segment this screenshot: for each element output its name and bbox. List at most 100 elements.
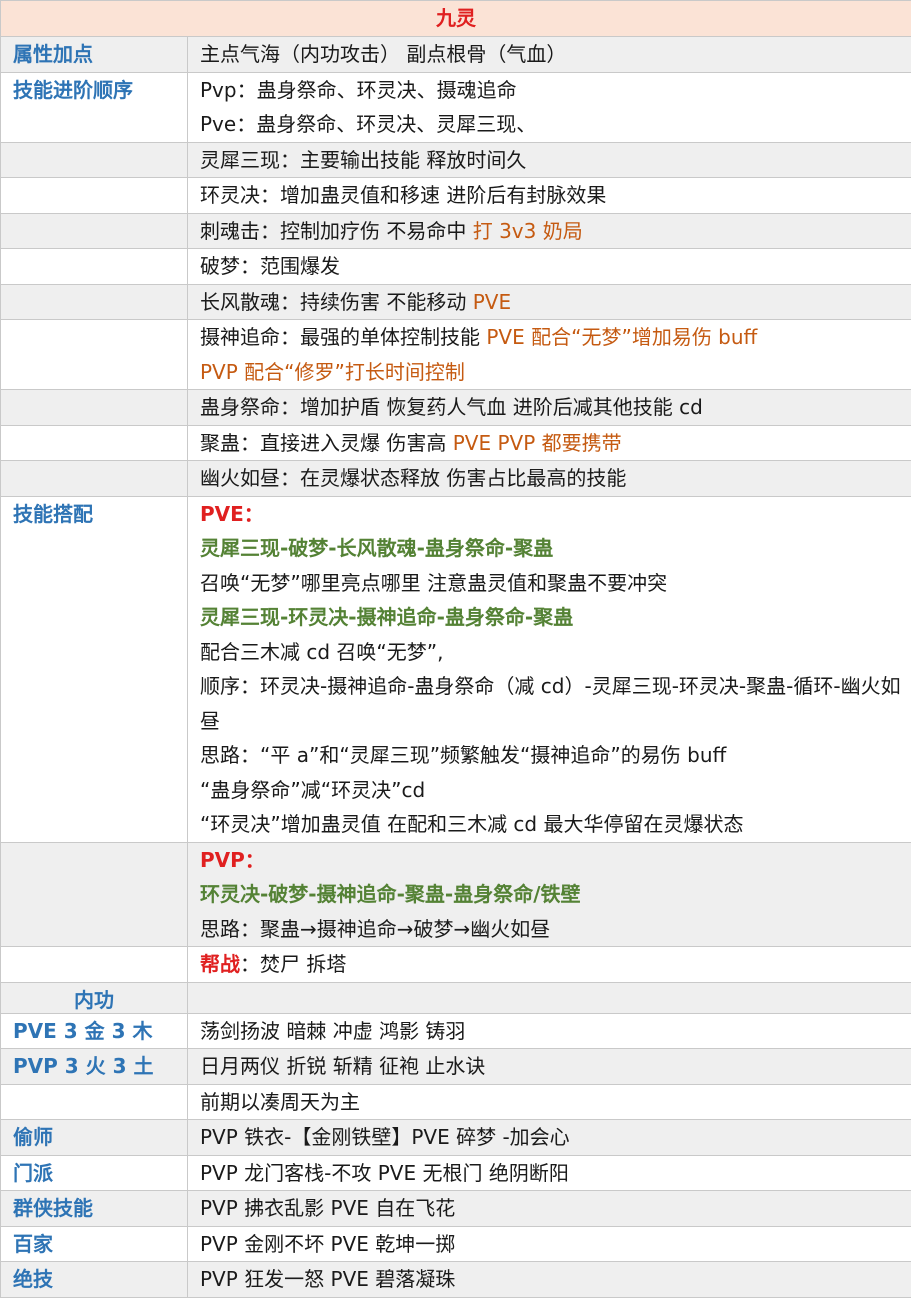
table-row: 破梦：范围爆发: [0, 248, 911, 285]
text-span: 长风散魂：持续伤害 不能移动: [200, 289, 473, 314]
value-line: 顺序：环灵决-摄神追命-蛊身祭命（减 cd）-灵犀三现-环灵决-聚蛊-循环-幽火…: [200, 674, 901, 733]
highlight-text: PVE PVP 都要携带: [452, 430, 622, 455]
row-label: 偷师: [0, 1119, 188, 1156]
table-row: 技能搭配 PVE： 灵犀三现-破梦-长风散魂-蛊身祭命-聚蛊 召唤“无梦”哪里亮…: [0, 495, 911, 843]
empty-cell: [187, 981, 911, 1014]
row-label: PVE 3 金 3 木: [0, 1012, 188, 1049]
row-value: PVP 龙门客栈-不攻 PVE 无根门 绝阴断阳: [187, 1154, 911, 1191]
value-line: PVP 铁衣-【金刚铁壁】PVE 碎梦 -加会心: [200, 1125, 570, 1149]
table-row: 百家 PVP 金刚不坏 PVE 乾坤一掷: [0, 1225, 911, 1262]
empty-cell: [0, 424, 188, 461]
build-guide-table: 九灵 属性加点 主点气海（内功攻击） 副点根骨（气血） 技能进阶顺序 Pvp：蛊…: [0, 0, 911, 1298]
table-row: 内功: [0, 981, 911, 1014]
value-line: 前期以凑周天为主: [200, 1089, 360, 1114]
value-line: Pve：蛊身祭命、环灵决、灵犀三现、: [200, 112, 537, 136]
row-value: 荡剑扬波 暗棘 冲虚 鸿影 铸羽: [187, 1012, 911, 1049]
value-line: 思路：“平 a”和“灵犀三现”频繁触发“摄神追命”的易伤 buff: [200, 743, 727, 767]
empty-cell: [0, 177, 188, 214]
row-value: PVP 拂衣乱影 PVE 自在飞花: [187, 1190, 911, 1227]
empty-cell: [0, 141, 188, 178]
table-row: 属性加点 主点气海（内功攻击） 副点根骨（气血）: [0, 36, 911, 73]
row-value: 前期以凑周天为主: [187, 1083, 911, 1120]
empty-cell: [0, 212, 188, 249]
empty-cell: [0, 283, 188, 320]
value-line: 环灵决-破梦-摄神追命-聚蛊-蛊身祭命/铁壁: [200, 882, 581, 906]
text-span: ：焚尸 拆塔: [240, 952, 347, 976]
value-line: 摄神追命：最强的单体控制技能 PVE 配合“无梦”增加易伤 buff: [200, 320, 903, 355]
table-row: 前期以凑周天为主: [0, 1083, 911, 1120]
value-line: PVE：: [200, 501, 264, 526]
row-label: 门派: [0, 1154, 188, 1191]
row-value: 灵犀三现：主要输出技能 释放时间久: [187, 141, 911, 178]
table-row: PVE 3 金 3 木 荡剑扬波 暗棘 冲虚 鸿影 铸羽: [0, 1012, 911, 1049]
empty-cell: [0, 1083, 188, 1120]
highlight-text: 帮战: [200, 952, 240, 976]
empty-cell: [0, 248, 188, 285]
row-value: 摄神追命：最强的单体控制技能 PVE 配合“无梦”增加易伤 buff PVP 配…: [187, 319, 911, 390]
row-value: PVP： 环灵决-破梦-摄神追命-聚蛊-蛊身祭命/铁壁 思路：聚蛊→摄神追命→破…: [187, 841, 911, 947]
value-line: 主点气海（内功攻击） 副点根骨（气血）: [200, 42, 567, 66]
row-value: 长风散魂：持续伤害 不能移动 PVE: [187, 283, 911, 320]
value-line: Pvp：蛊身祭命、环灵决、摄魂追命: [200, 77, 517, 102]
table-row: 蛊身祭命：增加护盾 恢复药人气血 进阶后减其他技能 cd: [0, 389, 911, 426]
row-value: 日月两仪 折锐 斩精 征袍 止水诀: [187, 1048, 911, 1085]
table-row: PVP： 环灵决-破梦-摄神追命-聚蛊-蛊身祭命/铁壁 思路：聚蛊→摄神追命→破…: [0, 841, 911, 947]
table-row: 幽火如昼：在灵爆状态释放 伤害占比最高的技能: [0, 460, 911, 497]
row-label: 技能进阶顺序: [0, 71, 188, 143]
row-value: PVE： 灵犀三现-破梦-长风散魂-蛊身祭命-聚蛊 召唤“无梦”哪里亮点哪里 注…: [187, 495, 911, 843]
value-line: PVP 狂发一怒 PVE 碧落凝珠: [200, 1267, 456, 1291]
table-row: PVP 3 火 3 土 日月两仪 折锐 斩精 征袍 止水诀: [0, 1048, 911, 1085]
table-row: 灵犀三现：主要输出技能 释放时间久: [0, 141, 911, 178]
row-value: 蛊身祭命：增加护盾 恢复药人气血 进阶后减其他技能 cd: [187, 389, 911, 426]
table-row: 绝技 PVP 狂发一怒 PVE 碧落凝珠: [0, 1261, 911, 1298]
value-line: 聚蛊：直接进入灵爆 伤害高 PVE PVP 都要携带: [200, 426, 903, 461]
value-line: PVP 龙门客栈-不攻 PVE 无根门 绝阴断阳: [200, 1160, 569, 1185]
table-row: 技能进阶顺序 Pvp：蛊身祭命、环灵决、摄魂追命 Pve：蛊身祭命、环灵决、灵犀…: [0, 71, 911, 143]
value-line: 蛊身祭命：增加护盾 恢复药人气血 进阶后减其他技能 cd: [200, 395, 703, 419]
value-line: 帮战：焚尸 拆塔: [200, 947, 903, 982]
row-value: PVP 铁衣-【金刚铁壁】PVE 碎梦 -加会心: [187, 1119, 911, 1156]
value-line: 刺魂击：控制加疗伤 不易命中 打 3v3 奶局: [200, 214, 903, 249]
highlight-text: PVE: [472, 289, 512, 314]
table-row: 帮战：焚尸 拆塔: [0, 946, 911, 983]
value-line: 灵犀三现-环灵决-摄神追命-蛊身祭命-聚蛊: [200, 605, 574, 629]
value-line: 思路：聚蛊→摄神追命→破梦→幽火如昼: [200, 916, 551, 941]
value-line: “蛊身祭命”减“环灵决”cd: [200, 777, 426, 802]
value-line: 环灵决：增加蛊灵值和移速 进阶后有封脉效果: [200, 183, 607, 207]
empty-cell: [0, 946, 188, 983]
row-value: 刺魂击：控制加疗伤 不易命中 打 3v3 奶局: [187, 212, 911, 249]
row-value: PVP 金刚不坏 PVE 乾坤一掷: [187, 1225, 911, 1262]
value-line: 灵犀三现-破梦-长风散魂-蛊身祭命-聚蛊: [200, 536, 554, 560]
text-span: 刺魂击：控制加疗伤 不易命中: [200, 218, 473, 243]
row-label: 内功: [0, 981, 188, 1014]
row-value: Pvp：蛊身祭命、环灵决、摄魂追命 Pve：蛊身祭命、环灵决、灵犀三现、: [187, 71, 911, 143]
row-value: 帮战：焚尸 拆塔: [187, 946, 911, 983]
row-label: 技能搭配: [0, 495, 188, 843]
table-row: 门派 PVP 龙门客栈-不攻 PVE 无根门 绝阴断阳: [0, 1154, 911, 1191]
value-line: PVP 配合“修罗”打长时间控制: [200, 359, 465, 384]
row-label: 属性加点: [0, 36, 188, 73]
empty-cell: [0, 389, 188, 426]
value-line: PVP：: [200, 847, 265, 872]
table-row: 聚蛊：直接进入灵爆 伤害高 PVE PVP 都要携带: [0, 424, 911, 461]
title-row: 九灵: [0, 0, 911, 37]
row-label: 群侠技能: [0, 1190, 188, 1227]
value-line: 日月两仪 折锐 斩精 征袍 止水诀: [200, 1054, 486, 1078]
table-row: 摄神追命：最强的单体控制技能 PVE 配合“无梦”增加易伤 buff PVP 配…: [0, 319, 911, 390]
empty-cell: [0, 841, 188, 947]
value-line: 长风散魂：持续伤害 不能移动 PVE: [200, 285, 903, 320]
value-line: PVP 金刚不坏 PVE 乾坤一掷: [200, 1231, 456, 1256]
row-value: 幽火如昼：在灵爆状态释放 伤害占比最高的技能: [187, 460, 911, 497]
table-row: 偷师 PVP 铁衣-【金刚铁壁】PVE 碎梦 -加会心: [0, 1119, 911, 1156]
value-line: “环灵决”增加蛊灵值 在配和三木减 cd 最大华停留在灵爆状态: [200, 812, 744, 836]
value-line: 破梦：范围爆发: [200, 254, 340, 278]
text-span: 摄神追命：最强的单体控制技能: [200, 325, 487, 349]
row-value: 主点气海（内功攻击） 副点根骨（气血）: [187, 36, 911, 73]
table-row: 群侠技能 PVP 拂衣乱影 PVE 自在飞花: [0, 1190, 911, 1227]
row-value: 聚蛊：直接进入灵爆 伤害高 PVE PVP 都要携带: [187, 424, 911, 461]
text-span: 聚蛊：直接进入灵爆 伤害高: [200, 430, 453, 455]
row-value: PVP 狂发一怒 PVE 碧落凝珠: [187, 1261, 911, 1298]
value-line: PVP 拂衣乱影 PVE 自在飞花: [200, 1196, 456, 1220]
table-row: 长风散魂：持续伤害 不能移动 PVE: [0, 283, 911, 320]
row-value: 环灵决：增加蛊灵值和移速 进阶后有封脉效果: [187, 177, 911, 214]
